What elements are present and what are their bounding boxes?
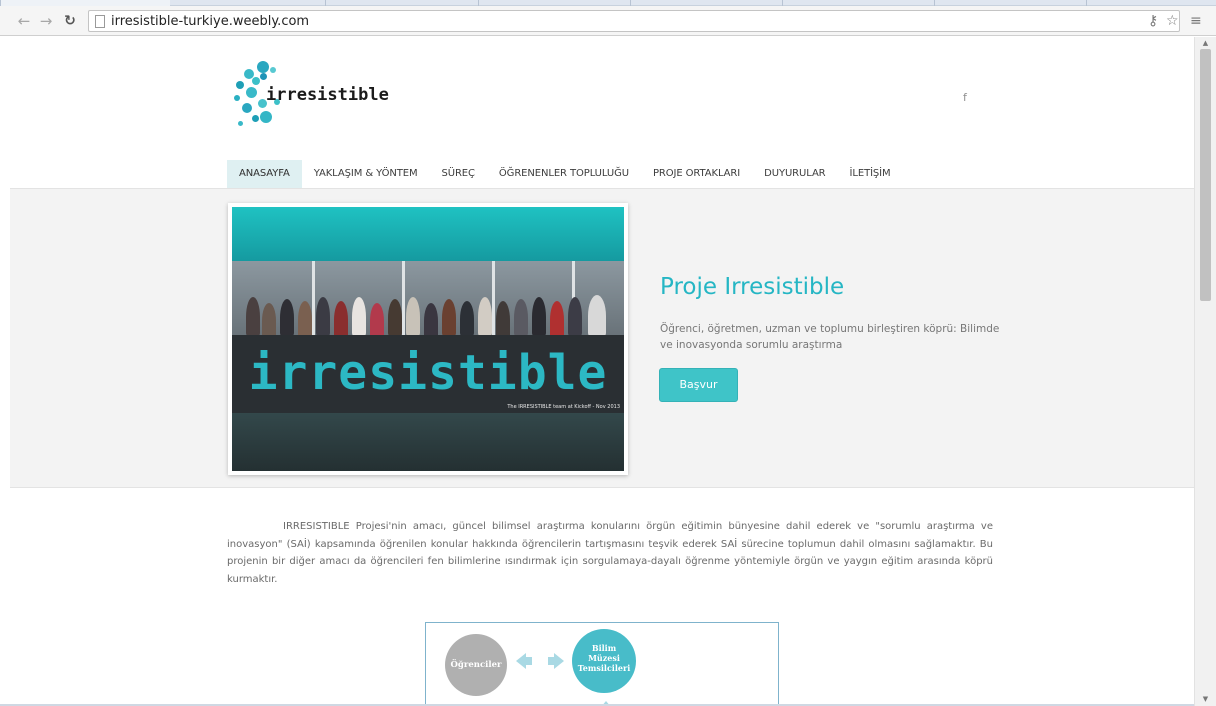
museum-label-line-3: Temsilcileri (577, 663, 631, 673)
hero-subtitle: Öğrenci, öğretmen, uzman ve toplumu birl… (660, 323, 1000, 351)
nav-item-duyurular[interactable]: DUYURULAR (752, 160, 837, 188)
arrow-left-icon (516, 653, 526, 669)
forward-arrow-icon[interactable]: → (36, 11, 56, 31)
menu-icon[interactable]: ≡ (1190, 11, 1202, 31)
nav-item-yaklasim-yontem[interactable]: YAKLAŞIM & YÖNTEM (302, 160, 430, 188)
logo-text: irresistible (266, 85, 389, 105)
museum-label-line-2: Müzesi (588, 653, 620, 663)
scroll-thumb[interactable] (1200, 49, 1211, 301)
diagram-node-students: Öğrenciler (445, 634, 507, 696)
vertical-scrollbar[interactable]: ▲ ▼ (1194, 37, 1216, 706)
intro-paragraph: IRRESISTIBLE Projesi'nin amacı, güncel b… (227, 521, 993, 585)
address-bar[interactable]: irresistible-turkiye.weebly.com (88, 10, 1180, 32)
scroll-up-icon[interactable]: ▲ (1195, 37, 1216, 49)
arrow-left-tail (526, 657, 532, 665)
hero-team-photo: irresistible The IRRESISTIBLE team at Ki… (228, 203, 628, 475)
hero-image-title: irresistible (248, 345, 608, 401)
nav-item-ogrenenler-toplulugu[interactable]: ÖĞRENENLER TOPLULUĞU (487, 160, 641, 188)
page-viewport: irresistible f ANASAYFA YAKLAŞIM & YÖNTE… (0, 37, 1194, 706)
photo-top-band (232, 207, 624, 261)
nav-item-iletisim[interactable]: İLETİŞİM (838, 160, 903, 188)
museum-label-line-1: Bilim (591, 643, 617, 653)
page-icon (95, 15, 105, 28)
team-photo: irresistible The IRRESISTIBLE team at Ki… (232, 261, 624, 413)
main-navigation: ANASAYFA YAKLAŞIM & YÖNTEM SÜREÇ ÖĞRENEN… (227, 160, 903, 188)
hero-image-caption: The IRRESISTIBLE team at Kickoff - Nov 2… (507, 404, 620, 410)
hero-section: irresistible The IRRESISTIBLE team at Ki… (10, 188, 1194, 488)
reload-icon[interactable]: ↻ (60, 11, 80, 31)
photo-bottom-band (232, 413, 624, 471)
browser-toolbar: ← → ↻ irresistible-turkiye.weebly.com ⚷ … (0, 6, 1216, 36)
nav-item-proje-ortaklari[interactable]: PROJE ORTAKLARI (641, 160, 752, 188)
arrow-right-icon (554, 653, 564, 669)
facebook-icon[interactable]: f (963, 91, 967, 104)
apply-button[interactable]: Başvur (659, 368, 738, 402)
nav-item-surec[interactable]: SÜREÇ (429, 160, 486, 188)
bookmark-star-icon[interactable]: ☆ (1166, 11, 1179, 31)
key-icon[interactable]: ⚷ (1148, 11, 1158, 31)
site-logo[interactable]: irresistible (230, 59, 420, 129)
url-text[interactable]: irresistible-turkiye.weebly.com (111, 14, 309, 29)
diagram-node-museum: Bilim Müzesi Temsilcileri (572, 629, 636, 693)
nav-item-anasayfa[interactable]: ANASAYFA (227, 160, 302, 188)
stakeholder-diagram: Öğrenciler Bilim Müzesi Temsilcileri (425, 622, 779, 706)
hero-title: Proje Irresistible (660, 274, 845, 300)
scroll-down-icon[interactable]: ▼ (1195, 693, 1216, 705)
back-arrow-icon[interactable]: ← (14, 11, 34, 31)
